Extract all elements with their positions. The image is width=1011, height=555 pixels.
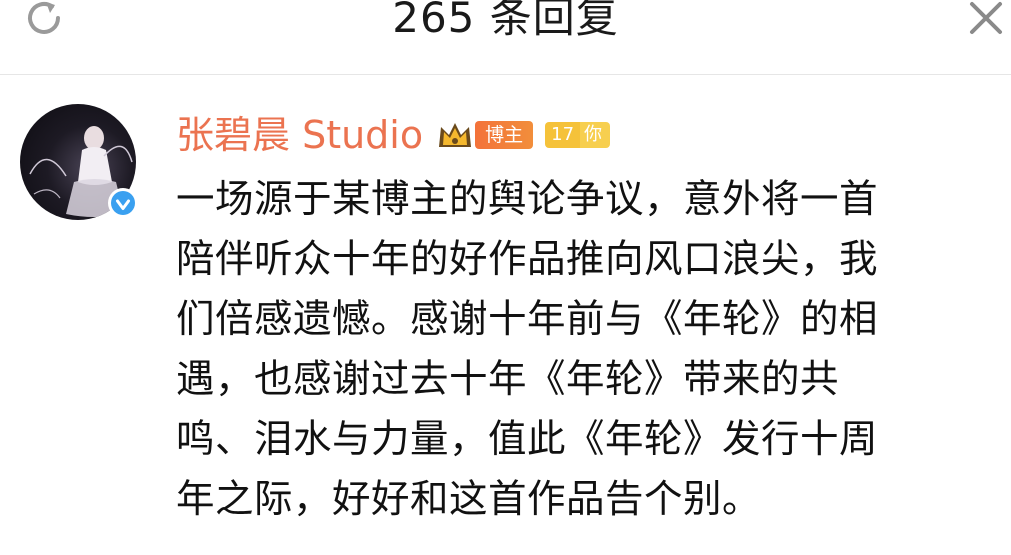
level-you-label: 你 (580, 122, 611, 148)
avatar-container[interactable] (20, 104, 138, 220)
author-name[interactable]: 张碧晨 Studio (176, 110, 423, 160)
close-button[interactable] (961, 0, 1011, 44)
close-icon (970, 2, 1002, 34)
comment-line: 遇，也感谢过去十年《年轮》带来的共 (176, 357, 840, 402)
comment-line: 陪伴听众十年的好作品推向风口浪尖，我 (176, 237, 879, 282)
author-row: 张碧晨 Studio 博主 17 你 (176, 110, 611, 160)
verified-v-icon (111, 191, 135, 215)
crown-icon (439, 123, 472, 147)
reply-header: 265 条回复 (0, 0, 1011, 75)
comment-line: 一场源于某博主的舆论争议，意外将一首 (176, 177, 879, 222)
page-title: 265 条回复 (392, 0, 619, 42)
verified-badge (108, 188, 138, 218)
comment-line: 们倍感遗憾。感谢十年前与《年轮》的相 (176, 297, 879, 342)
comment-text: 一场源于某博主的舆论争议，意外将一首 陪伴听众十年的好作品推向风口浪尖，我 们倍… (176, 170, 988, 530)
blogger-badge: 博主 (475, 121, 534, 149)
level-badge: 17 你 (545, 120, 611, 150)
comment-line: 鸣、泪水与力量，值此《年轮》发行十周 (176, 417, 879, 462)
comment-line: 年之际，好好和这首作品告个别。 (176, 477, 762, 522)
comment-item: 张碧晨 Studio 博主 17 你 一场源于某博主的舆论争议，意外将一首 陪伴… (0, 74, 1011, 555)
level-number: 17 (545, 122, 581, 148)
